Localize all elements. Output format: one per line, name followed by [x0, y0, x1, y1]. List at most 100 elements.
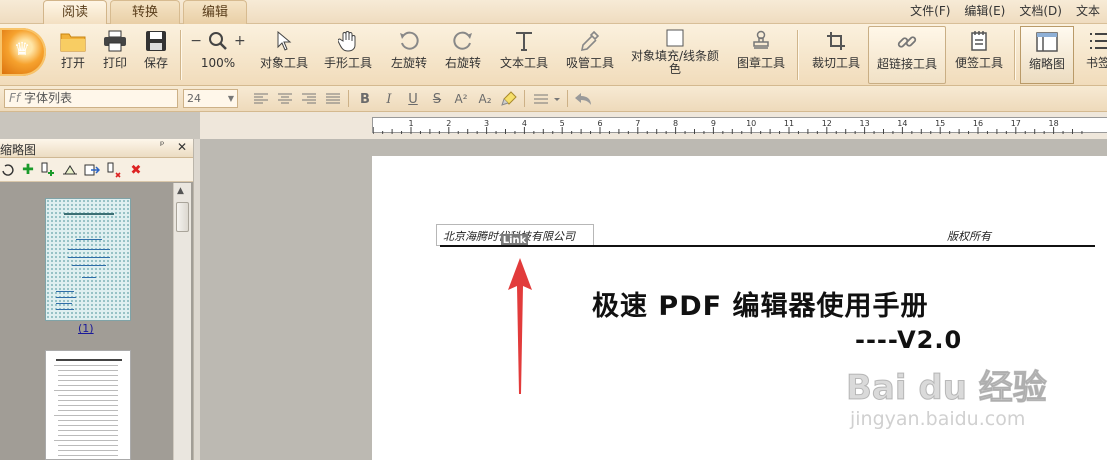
export-arrow-icon — [84, 164, 100, 176]
document-version[interactable]: ----V2.0 — [855, 326, 962, 354]
font-size-select[interactable]: 24 ▼ — [183, 89, 238, 108]
stamp-tool-button[interactable]: 图章工具 — [734, 26, 788, 84]
insert-page-button[interactable] — [40, 162, 56, 178]
delete-page-button[interactable]: ✖ — [128, 162, 144, 178]
strikethrough-button[interactable]: S — [428, 90, 446, 108]
tab-read[interactable]: 阅读 — [43, 0, 107, 24]
menu-edit[interactable]: 编辑(E) — [957, 0, 1012, 22]
magnifier-icon[interactable] — [208, 31, 228, 51]
printer-icon — [104, 30, 126, 52]
text-tool-button[interactable]: 文本工具 — [496, 26, 552, 84]
crop-tool-button[interactable]: 裁切工具 — [808, 26, 864, 84]
font-size-value: 24 — [187, 92, 201, 105]
ruler-tick-label: 10 — [746, 119, 756, 128]
thumbnail-panel-icon — [1036, 32, 1058, 52]
ruler-tick-label: 16 — [973, 119, 983, 128]
horizontal-ruler: 1 2 3 4 5 6 7 8 9 10 11 12 13 14 15 16 17 18 — [372, 117, 1107, 134]
align-left-button[interactable] — [252, 90, 270, 108]
justify-button[interactable] — [324, 90, 342, 108]
align-right-button[interactable] — [300, 90, 318, 108]
scrollbar-thumb[interactable] — [176, 202, 189, 232]
thumb-text-line — [76, 239, 102, 240]
divider — [1014, 30, 1015, 80]
ruler-tick-label: 13 — [860, 119, 870, 128]
move-page-button[interactable] — [106, 162, 122, 178]
scroll-up-icon[interactable]: ▲ — [177, 186, 184, 196]
add-page-button[interactable]: ✚ — [20, 162, 36, 178]
thumb-text-line — [54, 415, 118, 416]
tab-convert[interactable]: 转换 — [110, 0, 180, 24]
panel-splitter[interactable] — [193, 139, 200, 460]
app-logo[interactable]: ♛ — [0, 28, 46, 76]
highlight-button[interactable] — [500, 90, 518, 108]
thumb-text-line — [58, 435, 118, 436]
document-title[interactable]: 极速 PDF 编辑器使用手册 — [592, 284, 928, 323]
object-fill-button[interactable]: 对象填充/线条颜色 — [628, 26, 722, 84]
subscript-button[interactable]: A₂ — [476, 90, 494, 108]
zoom-out-button[interactable]: − — [190, 33, 202, 49]
print-label: 打印 — [102, 56, 127, 70]
zoom-value[interactable]: 100% — [186, 56, 250, 70]
note-tool-button[interactable]: 便签工具 — [950, 26, 1008, 84]
close-icon[interactable]: ✕ — [177, 140, 187, 154]
page-thumbnail-2[interactable] — [45, 350, 131, 460]
thumb-text-line — [54, 365, 118, 366]
object-tool-button[interactable]: 对象工具 — [256, 26, 312, 84]
rotate-left-label: 左旋转 — [390, 56, 427, 70]
thumb-text-line — [58, 380, 118, 381]
thumbnail-scrollbar[interactable]: ▲ — [173, 183, 191, 460]
thumb-text-line — [56, 291, 74, 292]
watermark-logo-text: Bai du 经验 — [846, 368, 1048, 409]
rotate-right-button[interactable]: 右旋转 — [440, 26, 486, 84]
page-thumbnail-1[interactable] — [45, 198, 131, 321]
menu-file[interactable]: 文件(F) — [903, 0, 957, 22]
divider — [524, 90, 525, 107]
bold-button[interactable]: B — [356, 90, 374, 108]
bookmarks-button[interactable]: 书签 — [1078, 26, 1107, 84]
extract-page-button[interactable] — [62, 162, 78, 178]
eyedropper-tool-button[interactable]: 吸管工具 — [562, 26, 618, 84]
ruler-tick-label: 18 — [1049, 119, 1059, 128]
save-button[interactable]: 保存 — [138, 26, 174, 84]
rotate-page-button[interactable] — [0, 162, 16, 178]
thumbnails-button[interactable]: 缩略图 — [1020, 26, 1074, 84]
ruler-tick-label: 8 — [673, 119, 678, 128]
font-family-select[interactable]: Ff 字体列表 — [4, 89, 178, 108]
rotate-left-button[interactable]: 左旋转 — [386, 26, 432, 84]
hand-tool-button[interactable]: 手形工具 — [320, 26, 376, 84]
thumbnail-panel-header: 缩略图 ᵖ ✕ — [0, 139, 193, 158]
thumb-text-line — [56, 309, 74, 310]
underline-button[interactable]: U — [404, 90, 422, 108]
hyperlink-tool-button[interactable]: 超链接工具 — [868, 26, 946, 84]
italic-button[interactable]: I — [380, 90, 398, 108]
ruler-tick-label: 15 — [935, 119, 945, 128]
rotate-right-icon — [453, 31, 472, 50]
bookmarks-label: 书签 — [1085, 56, 1107, 70]
thumb-text-line — [58, 405, 118, 406]
move-page-icon — [107, 162, 121, 178]
menu-document[interactable]: 文档(D) — [1012, 0, 1069, 22]
zoom-control: − + 100% — [186, 26, 250, 84]
line-spacing-icon — [534, 94, 560, 104]
menu-text[interactable]: 文本 — [1069, 0, 1107, 22]
sticky-note-icon — [971, 31, 987, 51]
hand-tool-label: 手形工具 — [323, 56, 372, 70]
align-center-button[interactable] — [276, 90, 294, 108]
thumb-text-line — [58, 450, 118, 451]
undo-button[interactable] — [574, 90, 592, 108]
ruler-tick-label: 5 — [560, 119, 565, 128]
pin-icon[interactable]: ᵖ — [160, 140, 164, 151]
object-tool-label: 对象工具 — [259, 56, 308, 70]
superscript-button[interactable]: A² — [452, 90, 470, 108]
print-button[interactable]: 打印 — [96, 26, 134, 84]
line-spacing-dropdown[interactable] — [532, 90, 562, 108]
zoom-in-button[interactable]: + — [234, 33, 246, 49]
thumb-text-line — [58, 445, 118, 446]
stamp-icon — [753, 30, 769, 49]
open-button[interactable]: 打开 — [55, 26, 91, 84]
header-copyright-text[interactable]: 版权所有 — [947, 228, 991, 244]
thumb-text-line — [58, 455, 118, 456]
ruler-tick-label: 4 — [522, 119, 527, 128]
export-page-button[interactable] — [84, 162, 100, 178]
tab-edit[interactable]: 编辑 — [183, 0, 247, 24]
